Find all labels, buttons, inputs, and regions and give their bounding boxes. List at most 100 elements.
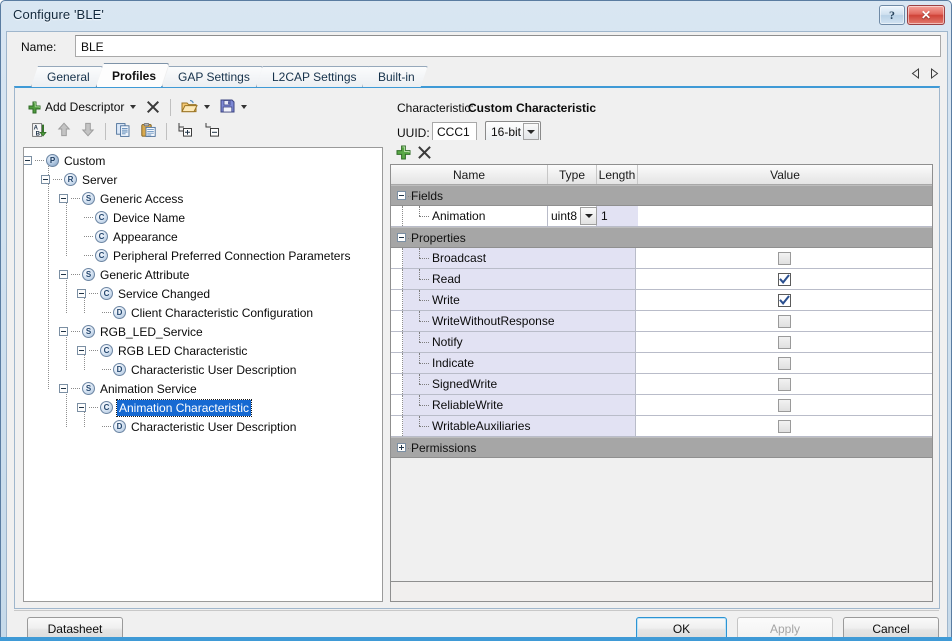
tree-item-generic-attribute[interactable]: S Generic Attribute	[59, 265, 189, 284]
title-bar[interactable]: Configure 'BLE' ? ✕	[1, 1, 951, 31]
uuid-input[interactable]	[432, 122, 477, 141]
tab-label: Built-in	[378, 70, 415, 84]
tree-item-appearance[interactable]: C Appearance	[77, 227, 178, 246]
property-value-cell[interactable]	[636, 395, 932, 416]
grid-group-row-fields[interactable]: Fields	[391, 185, 932, 206]
type-cell[interactable]: uint8	[549, 206, 597, 227]
type-select[interactable]: uint8	[549, 207, 597, 225]
property-value-cell[interactable]	[636, 416, 932, 437]
uuid-size-select[interactable]: 16-bit	[485, 121, 541, 142]
tree-item-custom[interactable]: P Custom	[24, 151, 105, 170]
dropdown-button[interactable]	[580, 207, 597, 225]
tree-item-server[interactable]: R Server	[41, 170, 117, 189]
add-field-button[interactable]	[396, 145, 411, 160]
collapse-icon[interactable]	[77, 346, 86, 355]
tree-item-rgb-led-service[interactable]: S RGB_LED_Service	[59, 322, 203, 341]
characteristic-grid[interactable]: Name Type Length Value Fields Animation uint8…	[390, 164, 933, 602]
paste-button[interactable]	[136, 120, 161, 142]
grid-group-row-permissions[interactable]: Permissions	[391, 437, 932, 458]
expand-all-button[interactable]	[172, 120, 199, 142]
tree-item-rgb-led-characteristic[interactable]: C RGB LED Characteristic	[77, 341, 247, 360]
chevron-down-icon[interactable]	[241, 105, 248, 109]
grid-row[interactable]: Notify	[391, 332, 932, 353]
collapse-icon[interactable]	[397, 233, 406, 242]
grid-row[interactable]: Indicate	[391, 353, 932, 374]
checkbox[interactable]	[777, 273, 791, 286]
chevron-down-icon[interactable]	[130, 105, 137, 109]
dropdown-button[interactable]	[523, 123, 539, 140]
collapse-icon[interactable]	[59, 384, 68, 393]
property-value-cell[interactable]	[636, 248, 932, 269]
grid-column-header-name[interactable]: Name	[391, 165, 548, 184]
tab-built-in[interactable]: Built-in	[362, 66, 428, 87]
scroll-left-icon[interactable]	[911, 68, 920, 79]
grid-group-row-properties[interactable]: Properties	[391, 227, 932, 248]
checkbox[interactable]	[777, 294, 791, 307]
collapse-icon[interactable]	[77, 403, 86, 412]
grid-row[interactable]: SignedWrite	[391, 374, 932, 395]
checkbox[interactable]	[777, 336, 791, 349]
grid-column-header-length[interactable]: Length	[597, 165, 638, 184]
collapse-icon[interactable]	[59, 194, 68, 203]
help-button[interactable]: ?	[879, 5, 905, 25]
collapse-icon[interactable]	[77, 289, 86, 298]
property-value-cell[interactable]	[636, 311, 932, 332]
tree-item-animation-characteristic[interactable]: C Animation Characteristic	[77, 398, 253, 417]
grid-row[interactable]: WritableAuxiliaries	[391, 416, 932, 437]
tree-item-characteristic-user-description[interactable]: D Characteristic User Description	[95, 360, 296, 379]
property-value-cell[interactable]	[636, 290, 932, 311]
grid-column-header-value[interactable]: Value	[638, 165, 932, 184]
collapse-icon[interactable]	[59, 270, 68, 279]
collapse-icon[interactable]	[59, 327, 68, 336]
open-file-button[interactable]	[176, 96, 215, 118]
property-value-cell[interactable]	[636, 332, 932, 353]
sort-ab-button[interactable]: A B	[27, 120, 52, 142]
move-up-button[interactable]	[52, 120, 76, 142]
grid-row[interactable]: Read	[391, 269, 932, 290]
tree-item-animation-service[interactable]: S Animation Service	[59, 379, 197, 398]
copy-button[interactable]	[111, 120, 136, 142]
property-value-cell[interactable]	[636, 353, 932, 374]
grid-row[interactable]: Broadcast	[391, 248, 932, 269]
name-input[interactable]	[75, 35, 941, 57]
tree-item-client-characteristic-configuration[interactable]: D Client Characteristic Configuration	[95, 303, 313, 322]
delete-item-button[interactable]	[141, 96, 165, 118]
tab-l2cap-settings[interactable]: L2CAP Settings	[256, 66, 370, 87]
collapse-icon[interactable]	[24, 156, 32, 165]
checkbox[interactable]	[777, 252, 791, 265]
profile-tree[interactable]: P Custom R Server S Generic Access C Device Nam…	[23, 147, 383, 602]
tree-item-service-changed[interactable]: C Service Changed	[77, 284, 210, 303]
delete-field-button[interactable]	[417, 145, 432, 160]
tree-item-device-name[interactable]: C Device Name	[77, 208, 185, 227]
grid-row[interactable]: Animation uint8 1	[391, 206, 932, 227]
grid-column-header-type[interactable]: Type	[548, 165, 597, 184]
grid-row[interactable]: WriteWithoutResponse	[391, 311, 932, 332]
value-cell[interactable]	[638, 206, 932, 227]
chevron-down-icon[interactable]	[204, 105, 211, 109]
property-value-cell[interactable]	[636, 374, 932, 395]
property-value-cell[interactable]	[636, 269, 932, 290]
checkbox[interactable]	[777, 420, 791, 433]
collapse-all-button[interactable]	[199, 120, 226, 142]
tree-item-characteristic-user-description[interactable]: D Characteristic User Description	[95, 417, 296, 436]
expand-icon[interactable]	[397, 443, 406, 452]
tab-gap-settings[interactable]: GAP Settings	[162, 66, 263, 87]
scroll-right-icon[interactable]	[930, 68, 939, 79]
grid-row[interactable]: ReliableWrite	[391, 395, 932, 416]
checkbox[interactable]	[777, 378, 791, 391]
tree-item-generic-access[interactable]: S Generic Access	[59, 189, 183, 208]
checkbox[interactable]	[777, 357, 791, 370]
checkbox[interactable]	[777, 315, 791, 328]
close-button[interactable]: ✕	[907, 5, 945, 25]
collapse-icon[interactable]	[397, 191, 406, 200]
grid-row[interactable]: Write	[391, 290, 932, 311]
collapse-icon[interactable]	[41, 175, 50, 184]
tab-general[interactable]: General	[31, 66, 103, 87]
move-down-button[interactable]	[76, 120, 100, 142]
save-file-button[interactable]	[215, 96, 252, 118]
add-descriptor-button[interactable]: Add Descriptor	[23, 96, 141, 118]
tab-profiles[interactable]: Profiles	[96, 63, 169, 87]
length-cell[interactable]: 1	[597, 206, 638, 227]
checkbox[interactable]	[777, 399, 791, 412]
tree-item-peripheral-preferred-connection-parameters[interactable]: C Peripheral Preferred Connection Paramet…	[77, 246, 350, 265]
